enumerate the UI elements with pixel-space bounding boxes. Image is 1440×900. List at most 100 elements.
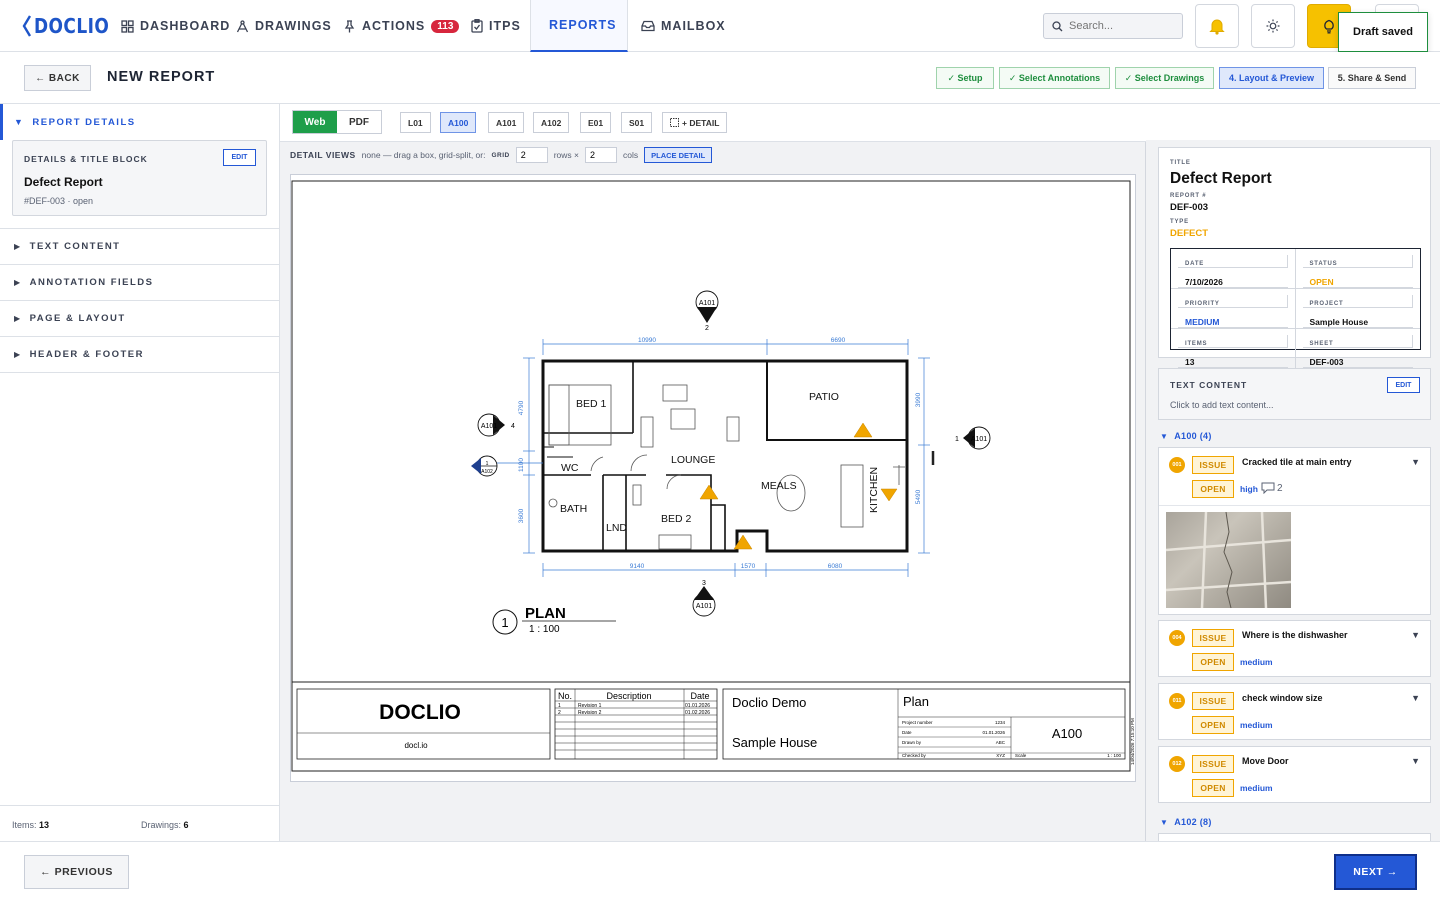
report-meta-grid: DATE 7/10/2026 STATUS OPEN PRIORITY MEDIUM … bbox=[1170, 248, 1421, 368]
back-button[interactable]: ← BACK bbox=[24, 65, 91, 91]
step-layout-preview[interactable]: 4. Layout & Preview bbox=[1219, 67, 1324, 89]
comment-count-value: 2 bbox=[1277, 482, 1283, 494]
doclio-logo[interactable]: DOCLIO bbox=[22, 12, 122, 40]
nav-itps[interactable]: ITPS bbox=[471, 0, 521, 52]
sheet-tab-l01[interactable]: L01 bbox=[400, 112, 431, 133]
expand-icon[interactable]: ▼ bbox=[1411, 457, 1420, 467]
item-type-badge: ISSUE bbox=[1192, 755, 1234, 773]
field-checked-by-value: XYZ bbox=[996, 753, 1005, 758]
annotation-item-004[interactable]: 004 ISSUE Where is the dishwasher ▼ OPEN… bbox=[1158, 620, 1431, 677]
view-pdf-button[interactable]: PDF bbox=[337, 111, 381, 133]
annotation-pin-patio bbox=[853, 422, 873, 438]
sheet-tab-a101[interactable]: A101 bbox=[488, 112, 525, 133]
room-bed-2: BED 2 bbox=[661, 513, 692, 525]
room-meals: MEALS bbox=[761, 480, 797, 492]
meta-items: ITEMS 13 bbox=[1171, 329, 1296, 368]
next-button[interactable]: NEXT → bbox=[1334, 854, 1417, 890]
annotation-item-011[interactable]: 011 ISSUE check window size ▼ OPEN mediu… bbox=[1158, 683, 1431, 740]
edit-text-content-button[interactable]: EDIT bbox=[1387, 377, 1420, 393]
previous-button[interactable]: ← PREVIOUS bbox=[24, 855, 129, 889]
marker-right-number: 1 bbox=[955, 436, 959, 443]
report-number: DEF-003 bbox=[1170, 202, 1209, 213]
details-card-sub: #DEF-003 · open bbox=[24, 196, 94, 206]
view-web-button[interactable]: Web bbox=[293, 111, 337, 133]
nav-mailbox[interactable]: MAILBOX bbox=[641, 0, 726, 52]
search-icon bbox=[1052, 20, 1063, 31]
sheet-tab-s01[interactable]: S01 bbox=[621, 112, 653, 133]
section-marker-left: A101 4 bbox=[477, 413, 515, 437]
annotation-pin-lounge bbox=[699, 484, 719, 500]
comment-count[interactable]: 2 bbox=[1261, 482, 1283, 494]
rev-header-no: No. bbox=[558, 691, 572, 701]
step-share-send[interactable]: 5. Share & Send bbox=[1328, 67, 1416, 89]
rows-input[interactable] bbox=[515, 147, 548, 163]
sheet-tab-e01[interactable]: E01 bbox=[580, 112, 612, 133]
dim-top-1: 10990 bbox=[638, 337, 656, 344]
dim-left-1: 4790 bbox=[518, 400, 525, 415]
section-marker-bottom: A101 3 bbox=[692, 580, 716, 617]
edit-details-button[interactable]: EDIT bbox=[223, 149, 256, 166]
caret-down-icon: ▼ bbox=[1160, 431, 1169, 441]
meta-sheet: SHEET DEF-003 bbox=[1296, 329, 1421, 368]
drawing-sheet[interactable]: 10990 6690 9140 1570 6080 4790 1100 3600… bbox=[290, 174, 1136, 782]
expand-icon[interactable]: ▼ bbox=[1411, 693, 1420, 703]
defect-photo[interactable] bbox=[1166, 512, 1291, 608]
expand-icon[interactable]: ▼ bbox=[1411, 756, 1420, 766]
sheet-tab-a100[interactable]: A100 bbox=[440, 112, 477, 133]
step-setup[interactable]: ✓ Setup bbox=[936, 67, 994, 89]
expand-icon[interactable]: ▼ bbox=[1411, 630, 1420, 640]
section-text-content[interactable]: ▶ TEXT CONTENT bbox=[0, 229, 279, 265]
annotation-item-001[interactable]: 001 ISSUE Cracked tile at main entry ▼ O… bbox=[1158, 447, 1431, 615]
logo-text: DOCLIO bbox=[34, 14, 110, 38]
annotation-item-partial[interactable] bbox=[1158, 833, 1431, 841]
grid-label: GRID bbox=[491, 151, 510, 159]
title-block-client: Doclio Demo bbox=[732, 695, 806, 710]
group-a100-header[interactable]: ▼ A100 (4) bbox=[1160, 431, 1212, 441]
cols-input[interactable] bbox=[585, 147, 617, 163]
detail-marker-number: 1 bbox=[486, 461, 489, 467]
notifications-button[interactable] bbox=[1195, 4, 1239, 48]
section-annotation-fields[interactable]: ▶ ANNOTATION FIELDS bbox=[0, 265, 279, 301]
item-number: 004 bbox=[1169, 630, 1185, 646]
step-select-annotations[interactable]: ✓ Select Annotations bbox=[999, 67, 1110, 89]
item-priority: high bbox=[1240, 484, 1258, 494]
nav-reports[interactable]: REPORTS bbox=[530, 0, 628, 52]
search-box[interactable] bbox=[1043, 13, 1183, 39]
group-a102-header[interactable]: ▼ A102 (8) bbox=[1160, 817, 1212, 827]
caret-right-icon: ▶ bbox=[14, 278, 22, 287]
section-header-footer[interactable]: ▶ HEADER & FOOTER bbox=[0, 337, 279, 373]
field-project-number-label: Project number bbox=[902, 720, 933, 725]
section-report-details[interactable]: ▼ REPORT DETAILS bbox=[0, 104, 279, 140]
plan-title-block: 1 PLAN 1 : 100 bbox=[492, 605, 616, 635]
place-detail-button[interactable]: PLACE DETAIL bbox=[644, 147, 713, 163]
report-header: ← BACK NEW REPORT ✓ Setup ✓ Select Annot… bbox=[0, 52, 1440, 104]
room-lounge: LOUNGE bbox=[671, 454, 715, 466]
plan-number: 1 bbox=[501, 615, 508, 630]
sheet-tab-a102[interactable]: A102 bbox=[533, 112, 570, 133]
nav-drawings[interactable]: DRAWINGS bbox=[236, 0, 332, 52]
details-card-title: Defect Report bbox=[24, 175, 103, 189]
search-input[interactable] bbox=[1069, 20, 1169, 32]
report-preview-panel: TITLE Defect Report REPORT # DEF-003 TYP… bbox=[1146, 140, 1440, 841]
report-number-label: REPORT # bbox=[1170, 193, 1207, 199]
meta-project-label: PROJECT bbox=[1302, 295, 1413, 308]
add-detail-button[interactable]: + DETAIL bbox=[662, 112, 728, 133]
item-type-badge: ISSUE bbox=[1192, 629, 1234, 647]
wizard-footer: ← PREVIOUS NEXT → bbox=[0, 841, 1440, 900]
caret-right-icon: ▶ bbox=[14, 350, 22, 359]
marker-top-sheet: A101 bbox=[699, 300, 715, 307]
annotation-item-012[interactable]: 012 ISSUE Move Door ▼ OPEN medium bbox=[1158, 746, 1431, 803]
nav-dashboard-label: DASHBOARD bbox=[140, 19, 231, 33]
step-select-drawings[interactable]: ✓ Select Drawings bbox=[1115, 67, 1214, 89]
meta-sheet-label: SHEET bbox=[1302, 335, 1413, 348]
item-number: 011 bbox=[1169, 693, 1185, 709]
meta-priority-label: PRIORITY bbox=[1178, 295, 1288, 308]
section-page-layout[interactable]: ▶ PAGE & LAYOUT bbox=[0, 301, 279, 337]
floor-plan-drawing[interactable]: 10990 6690 9140 1570 6080 4790 1100 3600… bbox=[291, 175, 1137, 783]
title-block-website: docl.io bbox=[404, 741, 428, 750]
text-content-card[interactable]: TEXT CONTENT EDIT Click to add text cont… bbox=[1158, 368, 1431, 420]
theme-toggle-button[interactable] bbox=[1251, 4, 1295, 48]
nav-dashboard[interactable]: DASHBOARD bbox=[121, 0, 230, 52]
nav-actions[interactable]: ACTIONS 113 bbox=[343, 0, 460, 52]
items-summary-value: 13 bbox=[39, 820, 50, 830]
